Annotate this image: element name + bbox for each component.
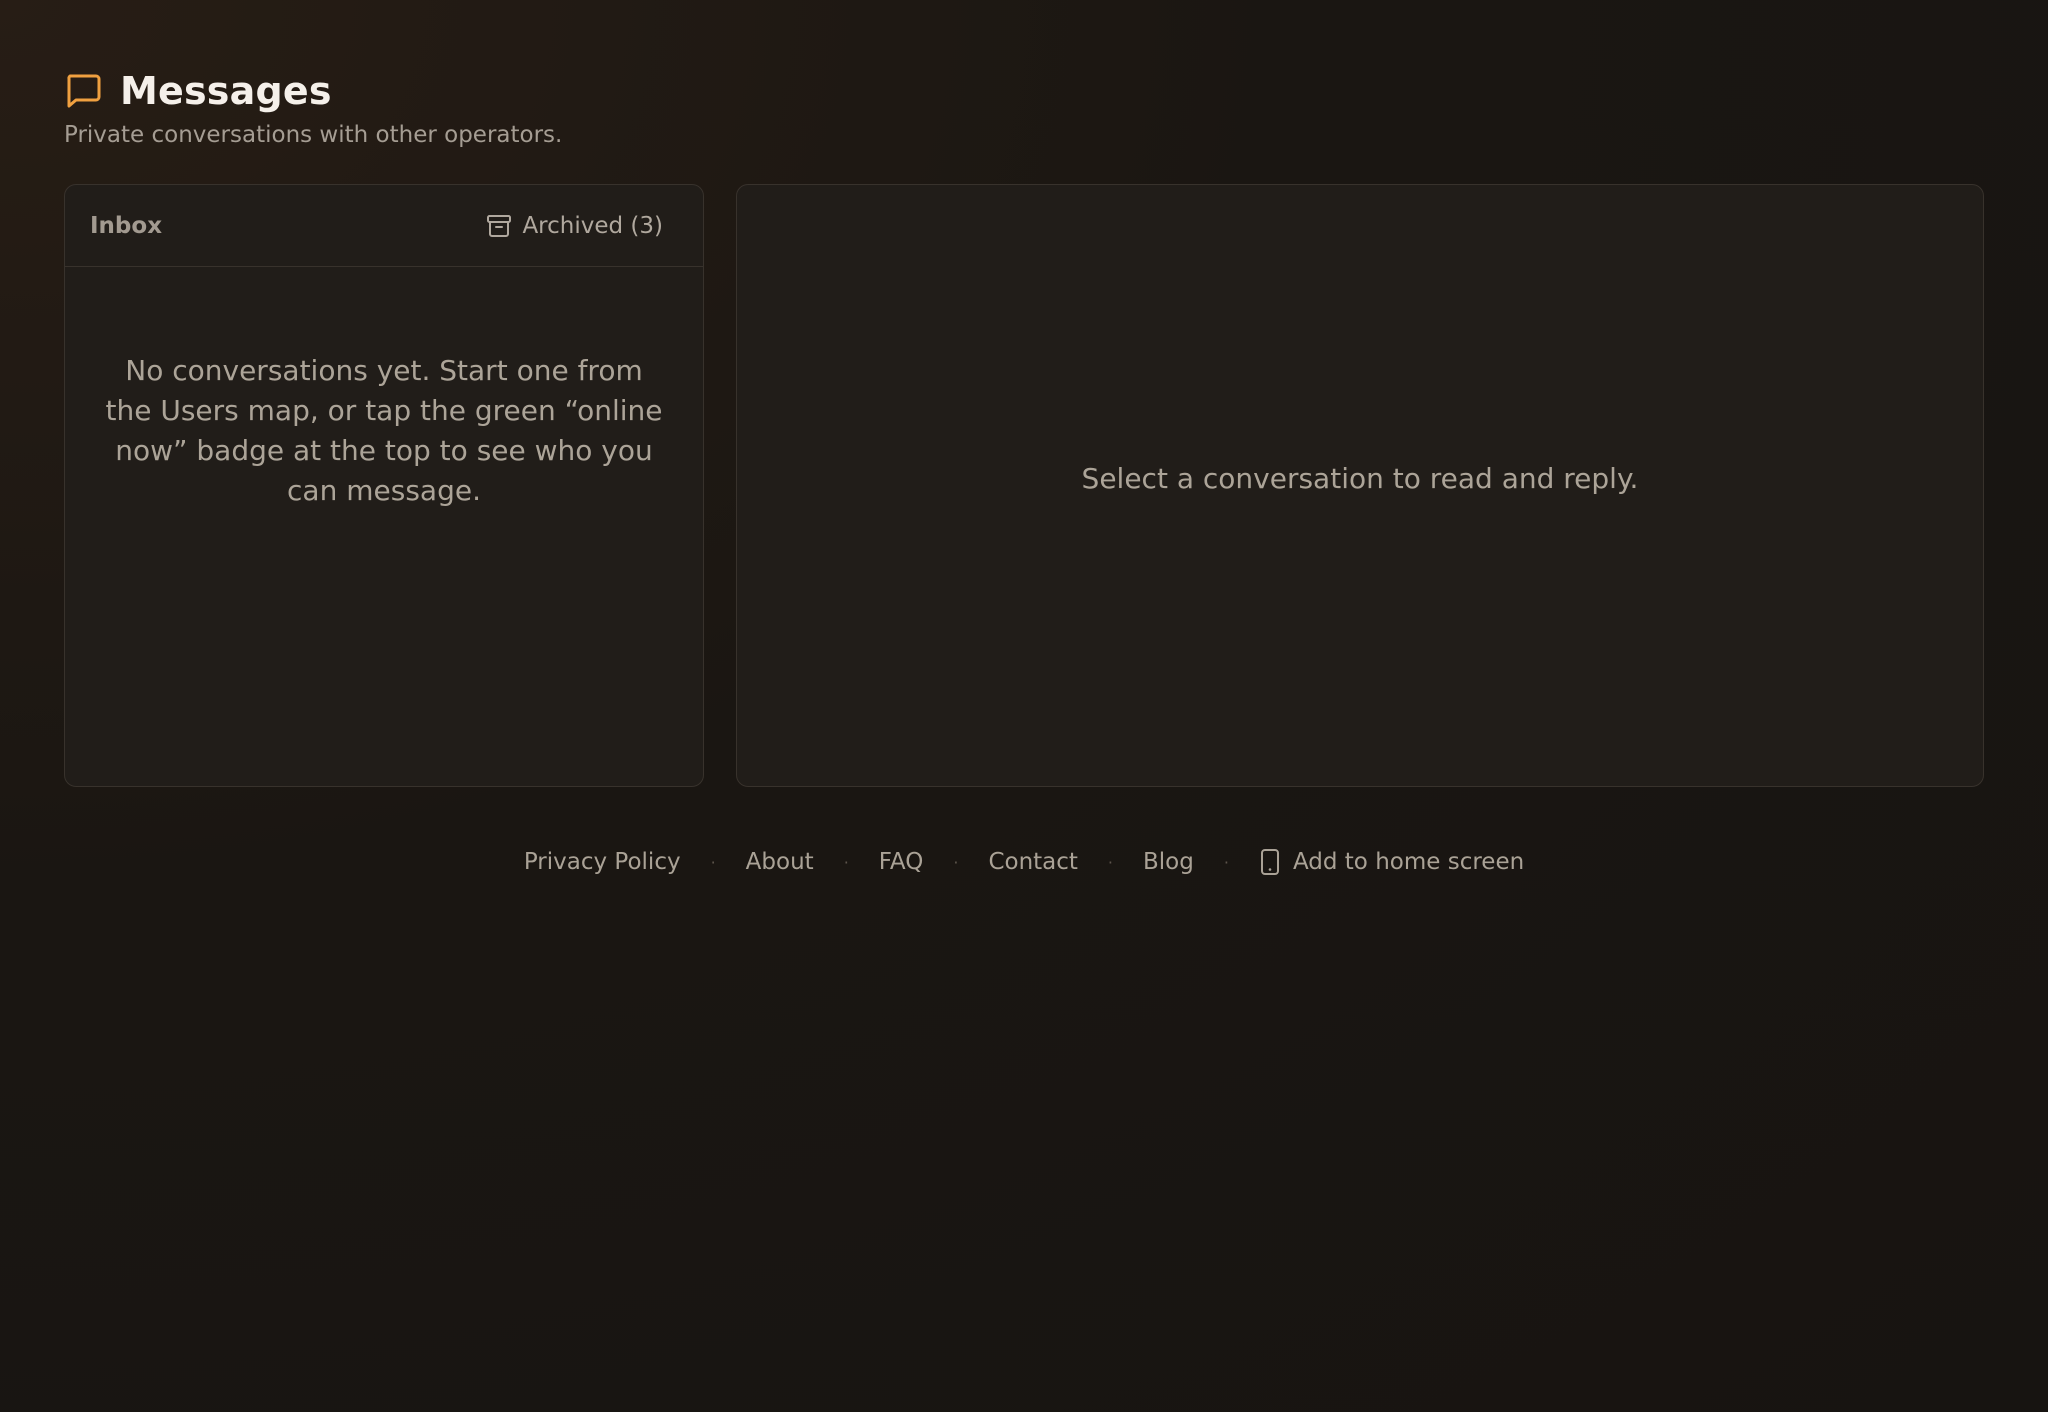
phone-icon [1259,848,1283,876]
add-to-home-screen-label: Add to home screen [1292,849,1525,875]
select-conversation-placeholder: Select a conversation to read and reply. [1081,462,1639,495]
page-subtitle: Private conversations with other operato… [64,122,563,148]
messages-page: Messages Private conversations with othe… [0,0,2048,1412]
footer-link-contact[interactable]: Contact [988,849,1077,875]
archived-label: Archived (3) [522,212,663,239]
page-title: Messages [120,69,332,113]
archive-box-icon [486,213,512,239]
footer-separator: · [843,852,849,872]
page-header: Messages Private conversations with othe… [64,66,562,148]
chat-bubble-icon [64,71,104,111]
title-row: Messages [64,66,562,116]
footer-link-faq[interactable]: FAQ [879,849,924,875]
footer-separator: · [1223,852,1229,872]
footer-link-about[interactable]: About [746,849,814,875]
tab-inbox[interactable]: Inbox [90,213,162,239]
footer-separator: · [1107,852,1114,872]
add-to-home-screen-link[interactable]: Add to home screen [1259,848,1524,876]
footer-separator: · [953,852,959,872]
footer: Privacy Policy · About · FAQ · Contact ·… [0,848,2048,876]
conversation-list-panel: Inbox Archived (3) No conversations yet.… [64,184,704,787]
footer-link-blog[interactable]: Blog [1143,849,1194,875]
footer-separator: · [710,852,716,872]
inbox-header: Inbox Archived (3) [65,185,703,267]
footer-link-privacy-policy[interactable]: Privacy Policy [524,849,681,875]
empty-conversations-message: No conversations yet. Start one from the… [105,354,663,507]
conversation-detail-panel: Select a conversation to read and reply. [736,184,1984,787]
archived-button[interactable]: Archived (3) [486,213,663,239]
